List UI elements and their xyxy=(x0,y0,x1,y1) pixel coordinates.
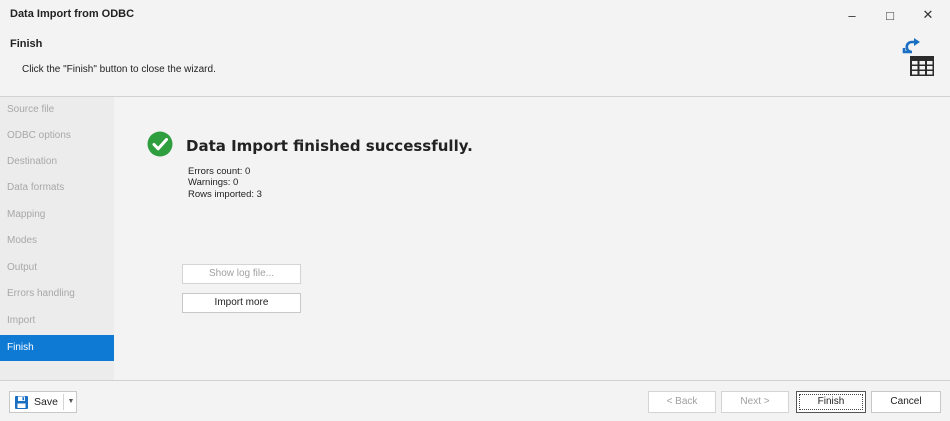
sidebar-item-errors-handling[interactable]: Errors handling xyxy=(0,281,114,307)
floppy-disk-icon xyxy=(15,396,28,409)
wizard-footer: Save ▼ < Back Next > Finish Cancel xyxy=(0,380,950,421)
sidebar-item-data-formats[interactable]: Data formats xyxy=(0,175,114,201)
import-more-button[interactable]: Import more xyxy=(182,293,301,313)
step-description: Click the "Finish" button to close the w… xyxy=(22,64,216,75)
save-divider xyxy=(63,394,64,410)
step-title: Finish xyxy=(10,38,43,50)
focus-ring xyxy=(799,394,863,410)
close-button[interactable]: ✕ xyxy=(914,4,942,26)
sidebar-item-finish[interactable]: Finish xyxy=(0,335,114,361)
import-to-table-icon xyxy=(902,38,934,76)
cancel-button[interactable]: Cancel xyxy=(871,391,941,413)
save-label: Save xyxy=(34,396,58,408)
sidebar-item-mapping[interactable]: Mapping xyxy=(0,202,114,228)
title-bar: Data Import from ODBC – □ ✕ xyxy=(0,0,950,30)
sidebar-item-import[interactable]: Import xyxy=(0,308,114,334)
save-button[interactable]: Save ▼ xyxy=(9,391,77,413)
sidebar-item-odbc-options[interactable]: ODBC options xyxy=(0,123,114,149)
window-title: Data Import from ODBC xyxy=(10,8,135,20)
wizard-steps-sidebar: Source file ODBC options Destination Dat… xyxy=(0,97,114,380)
sidebar-item-modes[interactable]: Modes xyxy=(0,228,114,254)
sidebar-item-destination[interactable]: Destination xyxy=(0,149,114,175)
sidebar-item-output[interactable]: Output xyxy=(0,255,114,281)
maximize-button[interactable]: □ xyxy=(876,4,904,26)
errors-count: Errors count: 0 xyxy=(188,166,251,177)
minimize-button[interactable]: – xyxy=(838,4,866,26)
chevron-down-icon[interactable]: ▼ xyxy=(65,395,77,409)
result-title: Data Import finished successfully. xyxy=(186,137,473,155)
rows-imported: Rows imported: 3 xyxy=(188,189,262,200)
back-button[interactable]: < Back xyxy=(648,391,716,413)
sidebar-item-source-file[interactable]: Source file xyxy=(0,97,114,123)
wizard-header: Finish Click the "Finish" button to clos… xyxy=(0,30,950,97)
next-button[interactable]: Next > xyxy=(721,391,789,413)
show-log-file-button[interactable]: Show log file... xyxy=(182,264,301,284)
finish-button[interactable]: Finish xyxy=(796,391,866,413)
warnings-count: Warnings: 0 xyxy=(188,177,239,188)
check-circle-icon xyxy=(147,131,173,157)
